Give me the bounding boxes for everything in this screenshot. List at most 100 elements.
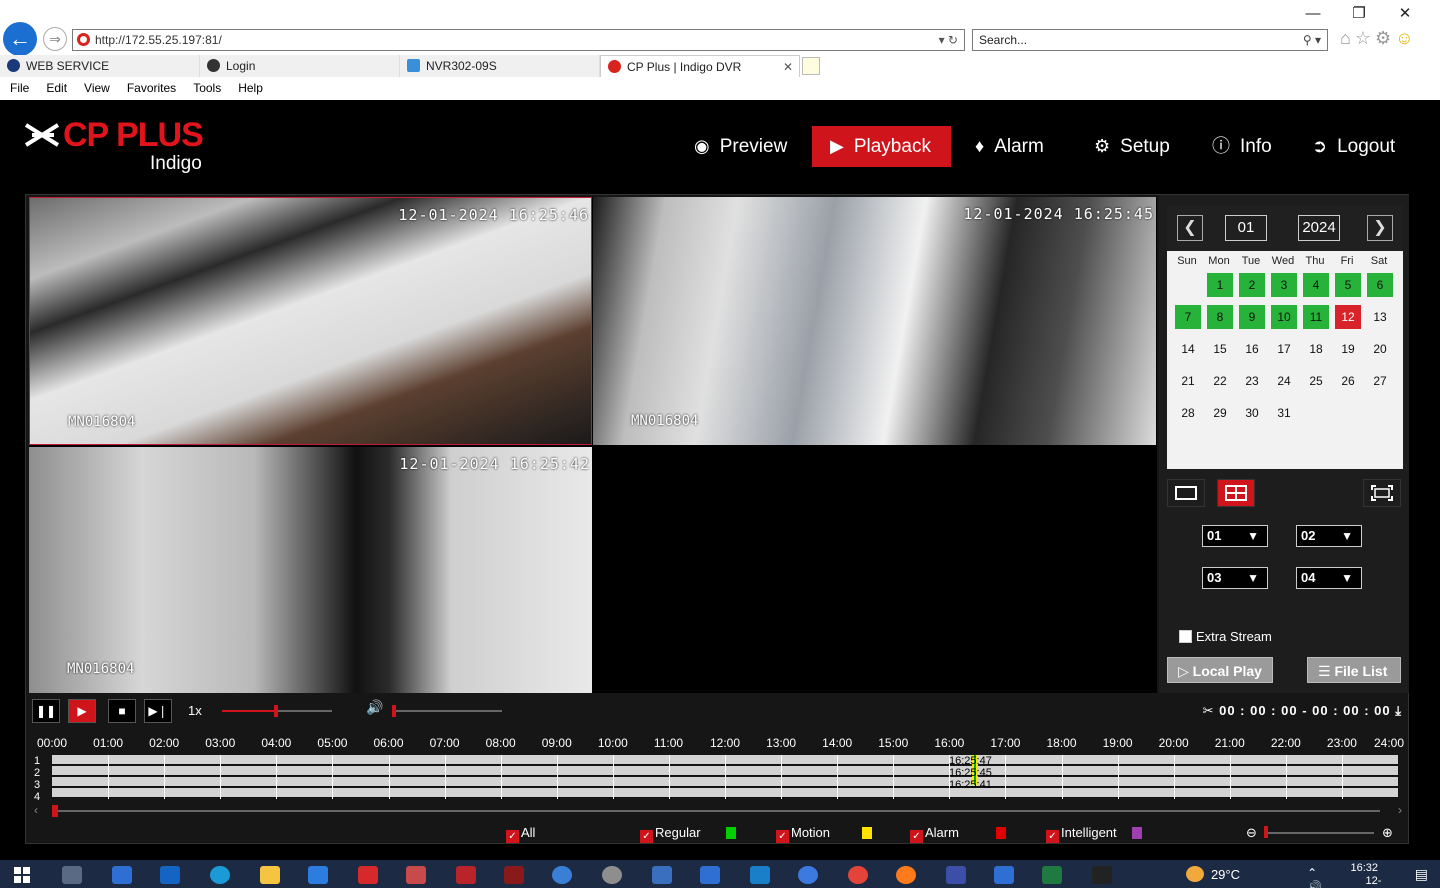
file-explorer-icon[interactable] [260,866,280,884]
channel-select-2[interactable]: 02 ▼ [1296,525,1362,547]
taskbar-app-icon[interactable] [112,866,132,884]
taskbar-app-icon[interactable] [456,866,476,884]
calendar-day[interactable]: 29 [1207,401,1233,425]
legend-item[interactable]: ✓ Intelligent [1046,825,1142,843]
nav-preview[interactable]: ◉ Preview [694,126,787,167]
legend-checkbox[interactable]: ✓ [776,830,789,843]
scroll-left-icon[interactable]: ‹ [34,803,38,817]
calendar-day[interactable]: 26 [1335,369,1361,393]
calendar-day[interactable]: 23 [1239,369,1265,393]
channel-select-4[interactable]: 04 ▼ [1296,567,1362,589]
terminal-icon[interactable] [1092,866,1112,884]
calendar-day[interactable]: 18 [1303,337,1329,361]
legend-item[interactable]: ✓ Alarm [910,825,1006,843]
menu-edit[interactable]: Edit [46,78,67,99]
timeline-scrollbar[interactable]: ‹ › [34,803,1402,817]
calendar-day[interactable]: 19 [1335,337,1361,361]
taskbar-app-icon[interactable] [994,866,1014,884]
speed-slider-handle[interactable] [274,705,278,717]
taskbar-app-icon[interactable] [798,866,818,884]
calendar-day[interactable]: 8 [1207,305,1233,329]
calendar-day[interactable]: 1 [1207,273,1233,297]
calendar-day[interactable]: 7 [1175,305,1201,329]
tray-icons[interactable]: ⌃🔊▭ [1307,866,1328,888]
internet-explorer-icon[interactable] [552,866,572,884]
pause-button[interactable]: ❚❚ [32,699,60,723]
calendar-day[interactable]: 11 [1303,305,1329,329]
chrome-icon[interactable] [848,866,868,884]
zoom-out-icon[interactable]: ⊖ [1246,825,1257,841]
calendar-day[interactable]: 12 [1335,305,1361,329]
fullscreen-button[interactable] [1363,479,1401,507]
play-button[interactable]: ▶ [68,699,96,723]
calendar-day[interactable]: 28 [1175,401,1201,425]
menu-favorites[interactable]: Favorites [127,78,176,99]
volume-slider[interactable] [392,705,502,717]
speed-slider[interactable] [222,705,332,717]
tab-login[interactable]: Login [200,55,400,77]
tab-cp-plus[interactable]: CP Plus | Indigo DVR ✕ [600,55,800,77]
calendar-day[interactable]: 3 [1271,273,1297,297]
calendar-day[interactable]: 31 [1271,401,1297,425]
search-input[interactable]: Search... ⚲ ▾ [972,29,1328,51]
refresh-icon[interactable]: ▾ ↻ [939,30,958,50]
scroll-right-icon[interactable]: › [1398,803,1402,817]
legend-item[interactable]: ✓ Regular [640,825,736,843]
calendar-day[interactable]: 5 [1335,273,1361,297]
edge-icon[interactable] [210,866,230,884]
calendar-day[interactable]: 4 [1303,273,1329,297]
calendar-day[interactable]: 20 [1367,337,1393,361]
nav-logout[interactable]: ➲ Logout [1312,126,1395,167]
tab-web-service[interactable]: WEB SERVICE [0,55,200,77]
tab-nvr[interactable]: NVR302-09S [400,55,600,77]
channel-select-1[interactable]: 01 ▼ [1202,525,1268,547]
notification-icon[interactable]: ▤ [1415,866,1428,883]
camera-view-1[interactable]: 12-01-2024 16:25:46 MN016804 [29,197,592,445]
settings-gear-icon[interactable]: ⚙ [1375,28,1395,48]
calendar-day[interactable]: 2 [1239,273,1265,297]
scroll-handle[interactable] [52,805,58,817]
minimize-icon[interactable]: — [1290,5,1336,22]
stop-button[interactable]: ■ [108,699,136,723]
camera-view-3[interactable]: 12-01-2024 16:25:42 MN016804 [29,447,592,693]
legend-checkbox[interactable]: ✓ [1046,830,1059,843]
zoom-handle[interactable] [1264,826,1268,838]
address-bar[interactable]: http://172.55.25.197:81/ ▾ ↻ [72,29,965,51]
smiley-feedback-icon[interactable]: ☺ [1395,28,1417,48]
taskbar-app-icon[interactable] [946,866,966,884]
channel-select-3[interactable]: 03 ▼ [1202,567,1268,589]
menu-help[interactable]: Help [238,78,263,99]
calendar-day[interactable]: 24 [1271,369,1297,393]
zoom-in-icon[interactable]: ⊕ [1382,825,1393,841]
nav-alarm[interactable]: ♦ Alarm [975,126,1044,167]
firefox-icon[interactable] [896,866,916,884]
settings-icon[interactable] [602,866,622,884]
download-icon[interactable]: ⤓ [1395,703,1402,718]
prev-month-button[interactable]: ❮ [1177,215,1203,241]
calendar-day[interactable]: 27 [1367,369,1393,393]
menu-tools[interactable]: Tools [193,78,221,99]
month-field[interactable]: 01 [1225,215,1267,241]
taskbar-app-icon[interactable] [406,866,426,884]
windows-start-icon[interactable] [14,867,30,883]
new-tab-button[interactable] [802,57,820,75]
calendar-day[interactable]: 17 [1271,337,1297,361]
legend-item[interactable]: ✓ Motion [776,825,872,843]
taskbar-app-icon[interactable] [358,866,378,884]
calendar-day[interactable]: 14 [1175,337,1201,361]
calendar-day[interactable]: 9 [1239,305,1265,329]
nav-playback[interactable]: ▶ Playback [812,126,951,167]
legend-checkbox[interactable]: ✓ [910,830,923,843]
restore-icon[interactable]: ❐ [1336,4,1382,22]
taskbar-app-icon[interactable] [750,866,770,884]
year-field[interactable]: 2024 [1298,215,1340,241]
layout-quad-button[interactable] [1217,479,1255,507]
next-month-button[interactable]: ❯ [1367,215,1393,241]
legend-checkbox[interactable]: ✓ [640,830,653,843]
store-icon[interactable] [308,866,328,884]
outlook-icon[interactable] [160,866,180,884]
calendar-day[interactable]: 13 [1367,305,1393,329]
home-icon[interactable]: ⌂ [1340,28,1355,48]
extra-stream-option[interactable]: Extra Stream [1179,629,1272,644]
calendar-day[interactable]: 21 [1175,369,1201,393]
